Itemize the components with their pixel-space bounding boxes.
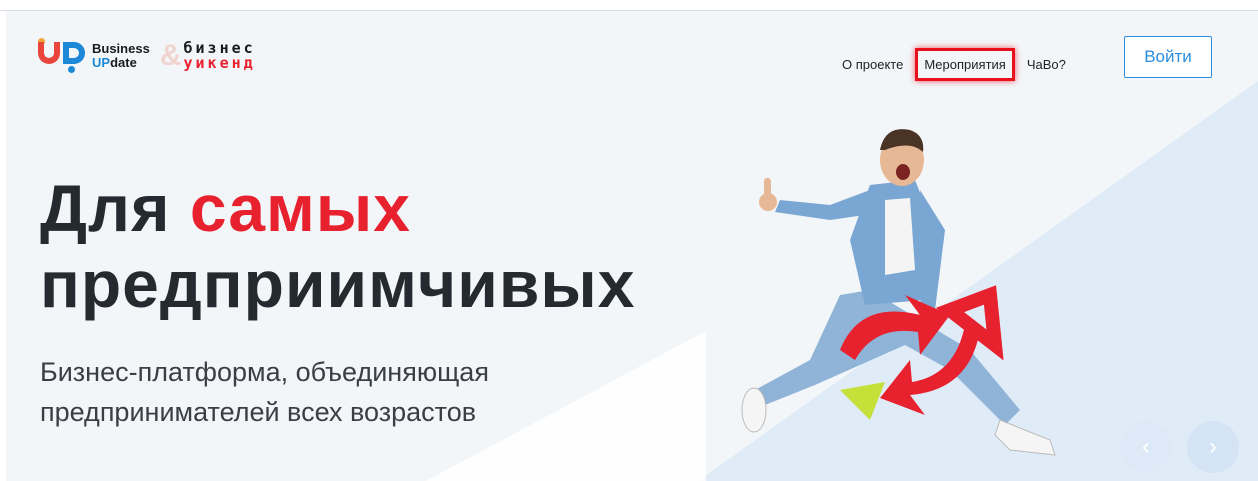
hero-title-word2: самых — [189, 171, 411, 245]
hero-title: Для самых предприимчивых — [40, 170, 635, 322]
hero-subtitle-line2: предпринимателей всех возрастов — [40, 397, 477, 427]
site-logo[interactable]: Business UPdate & бизнес уикенд — [38, 38, 256, 74]
business-weekend-wordmark: бизнес уикенд — [183, 41, 255, 71]
hero-person-image — [741, 129, 1056, 456]
nav-item-about[interactable]: О проекте — [842, 57, 903, 72]
brand-line2: UPdate — [92, 55, 137, 70]
hero-subtitle-line1: Бизнес-платформа, объединяющая — [40, 357, 489, 387]
chevron-right-icon: › — [1209, 433, 1217, 460]
hero-title-word1: Для — [40, 171, 171, 245]
logo-ampersand: & — [159, 39, 182, 72]
weekend-line2: уикенд — [183, 54, 256, 72]
slider-next-button[interactable]: › — [1187, 421, 1239, 473]
login-button[interactable]: Войти — [1124, 36, 1212, 78]
nav-item-faq[interactable]: ЧаВо? — [1027, 57, 1066, 72]
business-update-logo-icon — [38, 38, 88, 74]
business-update-wordmark: Business UPdate — [92, 42, 150, 70]
chevron-left-icon: ‹ — [1142, 433, 1150, 460]
main-nav: О проекте Мероприятия ЧаВо? — [842, 48, 1066, 81]
nav-item-events[interactable]: Мероприятия — [915, 48, 1015, 81]
hero-subtitle: Бизнес-платформа, объединяющая предприни… — [40, 352, 489, 432]
slider-prev-button[interactable]: ‹ — [1120, 421, 1172, 473]
brand-line1: Business — [92, 41, 150, 56]
hero-title-line2: предприимчивых — [40, 247, 636, 321]
